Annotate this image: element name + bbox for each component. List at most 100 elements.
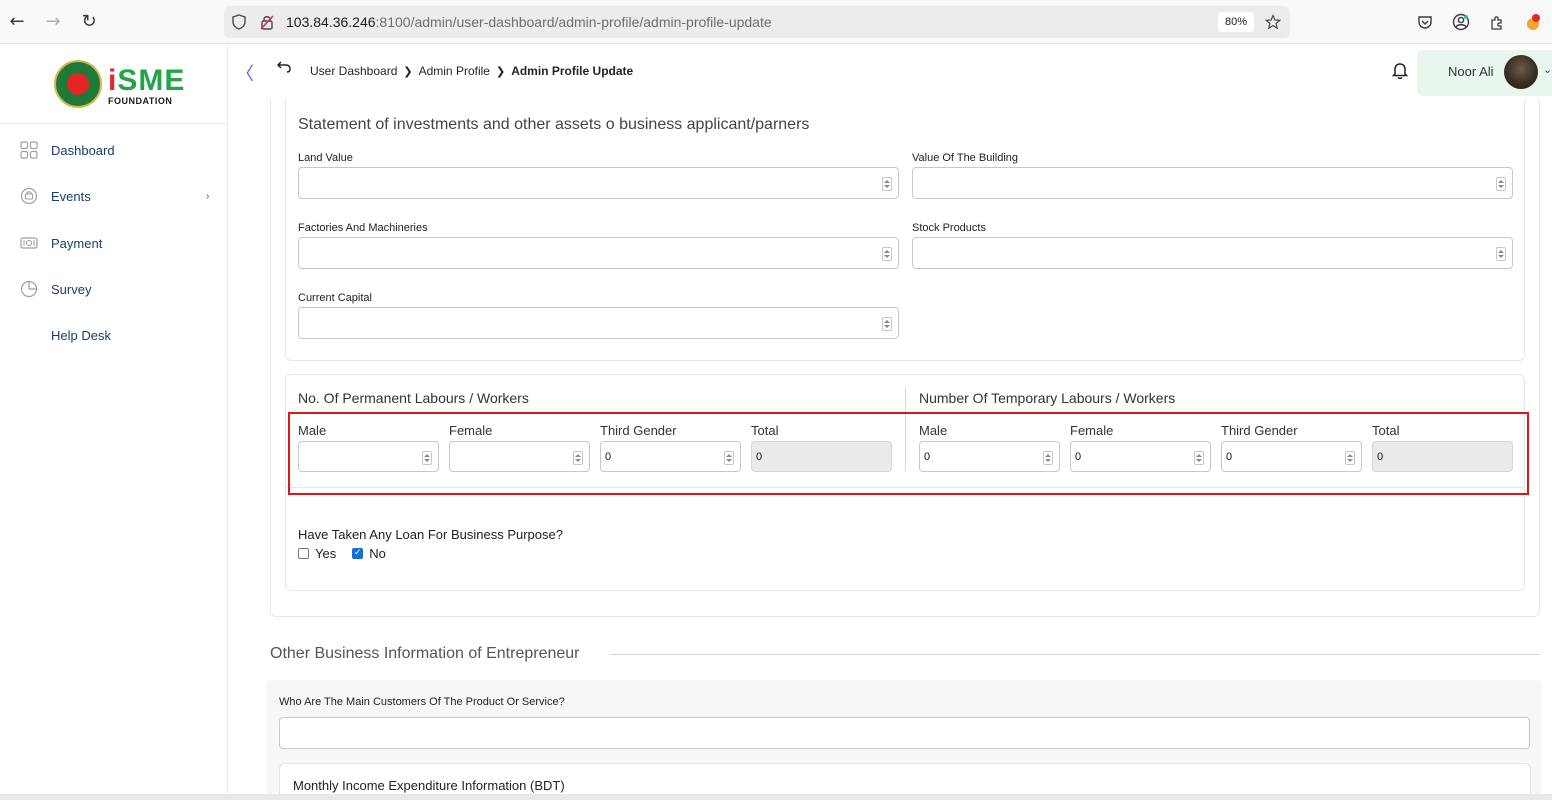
bookmark-star-icon[interactable] [1264,13,1282,31]
zoom-level-badge[interactable]: 80% [1218,12,1254,32]
address-bar[interactable]: 103.84.36.246:8100/admin/user-dashboard/… [224,6,1290,38]
breadcrumb-item-user-dashboard[interactable]: User Dashboard [310,64,397,78]
input-value: 0 [1377,451,1384,463]
input-value: 0 [605,451,612,463]
logo-foundation-text: FOUNDATION [108,96,173,106]
section-divider [285,487,1525,488]
pocket-icon[interactable] [1414,11,1436,33]
bangladesh-emblem-logo [54,60,102,108]
spinner-icon[interactable] [1194,451,1204,465]
temporary-male-input[interactable]: 0 [919,441,1060,472]
labours-card: No. Of Permanent Labours / Workers Numbe… [285,374,1525,591]
monthly-income-title: Monthly Income Expenditure Information (… [293,778,565,793]
stock-products-label: Stock Products [912,222,986,234]
input-value: 0 [1226,451,1233,463]
breadcrumb-item-admin-profile[interactable]: Admin Profile [419,64,490,78]
spinner-icon[interactable] [422,451,432,465]
main-content: Statement of investments and other asset… [234,100,1552,794]
spinner-icon[interactable] [882,247,892,261]
chevron-right-icon: ❯ [403,64,413,78]
monthly-income-card: Monthly Income Expenditure Information (… [279,763,1531,794]
shield-icon[interactable] [230,13,248,31]
other-business-title: Other Business Information of Entreprene… [270,645,580,662]
sidebar-item-label: Events [51,188,91,204]
sme-foundation-logo[interactable]: iSME FOUNDATION [0,44,228,124]
sidebar-item-label: Payment [51,235,103,251]
events-icon [20,187,38,205]
extension-badge-icon[interactable] [1522,11,1544,33]
sme-wordmark: iSME [108,64,185,97]
permanent-female-input[interactable] [449,441,590,472]
undo-back-icon[interactable] [276,59,292,79]
sidebar-item-survey[interactable]: Survey [0,269,228,309]
temporary-total-label: Total [1372,423,1400,438]
building-value-label: Value Of The Building [912,152,1018,164]
sidebar-item-help-desk[interactable]: Help Desk [0,315,228,355]
section-rule [610,654,1540,655]
temporary-third-gender-input[interactable]: 0 [1221,441,1362,472]
permanent-male-label: Male [298,423,327,438]
column-divider [905,387,906,471]
factories-label: Factories And Machineries [298,222,428,234]
insecure-lock-icon[interactable] [258,13,276,31]
permanent-male-input[interactable] [298,441,439,472]
sidebar-collapse-icon[interactable]: 〈 [236,60,254,86]
temporary-female-label: Female [1070,423,1114,438]
url-text[interactable]: 103.84.36.246:8100/admin/user-dashboard/… [286,14,772,30]
permanent-total-field: 0 [751,441,892,472]
loan-yes-label[interactable]: Yes [315,546,336,561]
notification-bell-icon[interactable] [1390,60,1410,80]
current-capital-input[interactable] [298,307,899,339]
main-customers-input[interactable] [279,717,1530,749]
factories-input[interactable] [298,237,899,269]
loan-no-label[interactable]: No [369,546,386,561]
payment-icon [20,234,38,252]
sidebar-item-payment[interactable]: Payment [0,223,228,263]
investments-title: Statement of investments and other asset… [298,116,810,133]
horizontal-scrollbar[interactable] [0,794,1552,800]
sidebar-item-dashboard[interactable]: Dashboard [0,130,228,170]
avatar [1504,55,1538,89]
forward-arrow-icon[interactable]: → [42,10,64,32]
chevron-right-icon: › [206,190,210,202]
sidebar-item-events[interactable]: Events › [0,176,228,216]
spinner-icon[interactable] [1496,247,1506,261]
reload-icon[interactable]: ↻ [78,10,100,32]
loan-options: Yes ✓ No [298,546,386,561]
spinner-icon[interactable] [882,177,892,191]
user-menu[interactable]: Noor Ali ⌄ [1417,50,1552,96]
permanent-total-label: Total [751,423,779,438]
business-info-card: Statement of investments and other asset… [270,100,1540,617]
current-capital-label: Current Capital [298,292,372,304]
back-arrow-icon[interactable]: ← [6,10,28,32]
loan-yes-checkbox[interactable] [298,548,309,559]
extensions-icon[interactable] [1486,11,1508,33]
spinner-icon[interactable] [882,317,892,331]
input-value: 0 [924,451,931,463]
spinner-icon[interactable] [724,451,734,465]
building-value-input[interactable] [912,167,1513,199]
chevron-down-icon: ⌄ [1543,63,1552,76]
temporary-female-input[interactable]: 0 [1070,441,1211,472]
land-value-input[interactable] [298,167,899,199]
breadcrumb-item-current: Admin Profile Update [511,64,634,78]
account-icon[interactable] [1450,11,1472,33]
sidebar-item-label: Survey [51,281,92,297]
grid-icon [20,141,38,159]
stock-products-input[interactable] [912,237,1513,269]
input-value: 0 [756,451,763,463]
permanent-third-gender-input[interactable]: 0 [600,441,741,472]
loan-question: Have Taken Any Loan For Business Purpose… [298,527,563,542]
sidebar-item-label: Dashboard [51,142,115,158]
spinner-icon[interactable] [573,451,583,465]
browser-toolbar: ← → ↻ 103.84.36.246:8100/admin/user-dash… [0,0,1552,44]
temporary-male-label: Male [919,423,948,438]
permanent-third-gender-label: Third Gender [600,423,677,438]
spinner-icon[interactable] [1043,451,1053,465]
chevron-right-icon: ❯ [495,64,506,78]
spinner-icon[interactable] [1496,177,1506,191]
loan-no-checkbox[interactable]: ✓ [352,548,364,559]
temporary-third-gender-label: Third Gender [1221,423,1298,438]
spinner-icon[interactable] [1345,451,1355,465]
page-header: 〈 User Dashboard ❯ Admin Profile ❯ Admin… [228,44,1552,100]
